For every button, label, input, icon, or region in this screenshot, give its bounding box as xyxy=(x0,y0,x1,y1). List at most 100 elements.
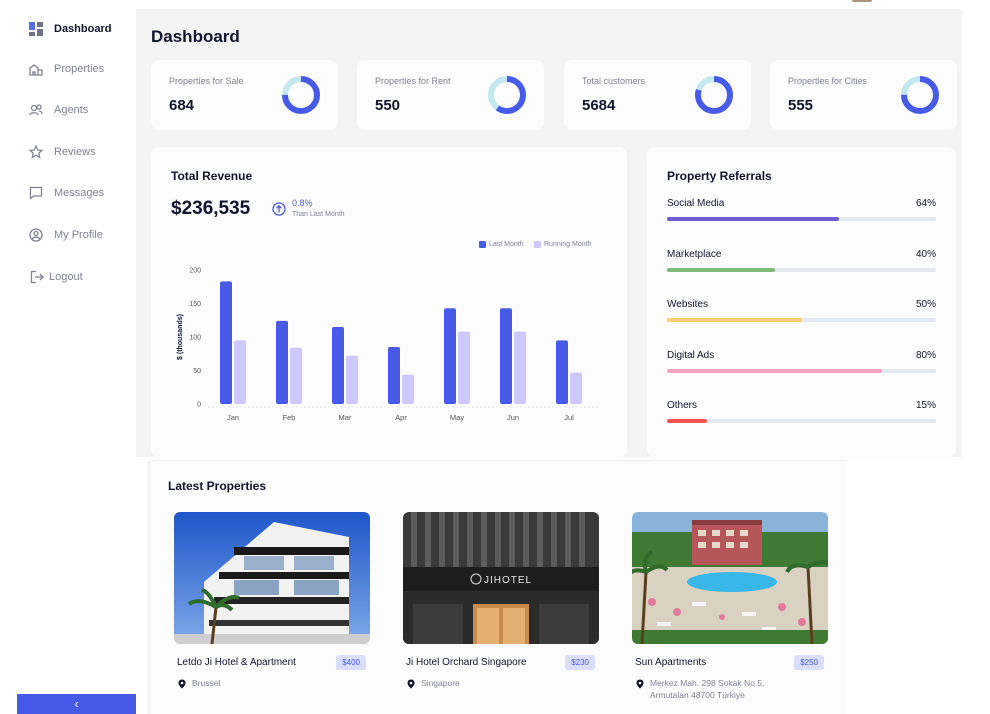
page-title: Dashboard xyxy=(151,27,240,46)
stat-label: Properties for Cities xyxy=(788,76,868,86)
bar-running-month xyxy=(570,372,582,404)
property-location-text: Merkez Mah. 298 Sokak No.5, Armutalan 48… xyxy=(650,678,765,700)
chat-icon xyxy=(28,185,44,201)
sidebar-item-reviews[interactable]: Reviews xyxy=(28,140,96,164)
sidebar-item-label: Properties xyxy=(54,63,105,75)
stat-card-customers: Total customers 5684 xyxy=(564,60,751,130)
collapse-sidebar-button[interactable]: ‹ xyxy=(17,694,136,714)
property-location: Merkez Mah. 298 Sokak No.5, Armutalan 48… xyxy=(635,677,785,701)
referral-percent: 15% xyxy=(915,400,936,411)
stat-value: 684 xyxy=(169,97,195,114)
location-pin-icon xyxy=(178,679,186,689)
sidebar-item-my-profile[interactable]: My Profile xyxy=(28,223,103,247)
dashboard-icon xyxy=(28,21,44,37)
property-image[interactable] xyxy=(174,512,370,644)
property-location: Brussel xyxy=(177,677,220,689)
referral-percent: 64% xyxy=(915,198,936,209)
property-image[interactable] xyxy=(632,512,828,644)
x-tick-label: Jul xyxy=(564,413,574,422)
sidebar-item-messages[interactable]: Messages xyxy=(28,181,104,205)
logout-icon xyxy=(30,269,44,285)
referral-name: Websites xyxy=(667,299,708,310)
stat-value: 555 xyxy=(788,97,814,114)
property-name[interactable]: Ji Hotel Orchard Singapore xyxy=(406,657,527,668)
revenue-amount: $236,535 xyxy=(171,198,251,219)
revenue-title: Total Revenue xyxy=(171,169,253,183)
legend-item-last-month: Last Month xyxy=(479,241,524,248)
referral-progress-fill xyxy=(667,268,775,272)
sidebar-item-label: Messages xyxy=(54,187,105,199)
stat-card-rent: Properties for Rent 550 xyxy=(357,60,544,130)
stat-value: 5684 xyxy=(582,97,616,114)
bar-last-month xyxy=(556,340,568,404)
bar-running-month xyxy=(514,331,526,404)
panel-divider xyxy=(148,461,150,714)
stat-label: Properties for Rent xyxy=(375,76,451,86)
x-tick-label: Apr xyxy=(395,413,407,422)
referral-name: Social Media xyxy=(667,198,725,209)
x-tick-label: Mar xyxy=(339,413,352,422)
property-price-badge: $250 xyxy=(794,655,824,670)
bar-last-month xyxy=(276,320,288,404)
property-location-text: Brussel xyxy=(192,678,221,688)
sidebar-item-properties[interactable]: Properties xyxy=(28,57,104,81)
legend-label: Running Month xyxy=(544,241,592,248)
donut-chart xyxy=(282,76,320,114)
referral-name: Digital Ads xyxy=(667,350,715,361)
x-tick-label: Feb xyxy=(283,413,296,422)
chevron-left-icon: ‹ xyxy=(74,697,79,711)
property-name[interactable]: Letdo Ji Hotel & Apartment xyxy=(177,657,296,668)
legend-item-running-month: Running Month xyxy=(534,241,591,248)
sidebar-item-label: My Profile xyxy=(54,229,103,241)
y-axis-label: $ (thousands) xyxy=(177,314,184,360)
donut-chart xyxy=(695,76,733,114)
x-tick-label: May xyxy=(450,413,464,422)
avatar[interactable] xyxy=(852,0,872,2)
sidebar: Dashboard Properties Agents Reviews Mess… xyxy=(0,0,136,714)
stat-value: 550 xyxy=(375,97,401,114)
revenue-change-caption: Than Last Month xyxy=(292,211,345,218)
sidebar-item-dashboard[interactable]: Dashboard xyxy=(28,17,111,41)
agents-icon xyxy=(28,102,44,118)
bar-last-month xyxy=(500,308,512,404)
y-tick-label: 200 xyxy=(189,268,201,275)
property-image[interactable]: JIHOTEL xyxy=(403,512,599,644)
stat-label: Total customers xyxy=(582,76,646,86)
sidebar-item-agents[interactable]: Agents xyxy=(28,98,88,122)
stat-card-sale: Properties for Sale 684 xyxy=(151,60,338,130)
sidebar-item-label: Reviews xyxy=(54,146,96,158)
property-name[interactable]: Sun Apartments xyxy=(635,657,706,668)
property-card[interactable]: Letdo Ji Hotel & Apartment $400 Brussel xyxy=(168,506,376,714)
property-location: Singapore xyxy=(406,677,460,689)
referrals-title: Property Referrals xyxy=(667,169,772,183)
property-location-text: Singapore xyxy=(421,678,460,688)
arrow-up-circle-icon xyxy=(272,202,286,216)
legend-swatch xyxy=(534,241,541,248)
property-card[interactable]: Sun Apartments $250 Merkez Mah. 298 Soka… xyxy=(626,506,834,714)
location-pin-icon xyxy=(636,679,644,689)
y-tick-label: 50 xyxy=(193,368,201,375)
bar-running-month xyxy=(402,374,414,404)
referral-percent: 40% xyxy=(915,249,936,260)
sidebar-item-label: Dashboard xyxy=(54,23,112,35)
referral-progress-track xyxy=(667,419,936,423)
bar-running-month xyxy=(290,347,302,404)
bar-running-month xyxy=(234,340,246,404)
stat-card-cities: Properties for Cities 555 xyxy=(770,60,957,130)
referral-progress-track xyxy=(667,318,936,322)
referral-progress-track xyxy=(667,217,936,221)
y-tick-label: 100 xyxy=(189,335,201,342)
y-tick-label: 150 xyxy=(189,301,201,308)
donut-chart xyxy=(901,76,939,114)
referral-name: Others xyxy=(667,400,698,411)
bar-last-month xyxy=(220,281,232,404)
referral-percent: 80% xyxy=(915,350,936,361)
x-tick-label: Jan xyxy=(227,413,239,422)
sidebar-item-logout[interactable]: Logout xyxy=(30,265,83,289)
stat-label: Properties for Sale xyxy=(169,76,244,86)
revenue-bar-chart: $ (thousands) 0 50 100 150 200 Jan Feb Mar Apr May… xyxy=(177,268,600,422)
referral-percent: 50% xyxy=(915,299,936,310)
property-card[interactable]: JIHOTEL Ji Hotel Orchard Singapore $230 … xyxy=(397,506,605,714)
referral-progress-fill xyxy=(667,318,802,322)
star-icon xyxy=(28,144,44,160)
